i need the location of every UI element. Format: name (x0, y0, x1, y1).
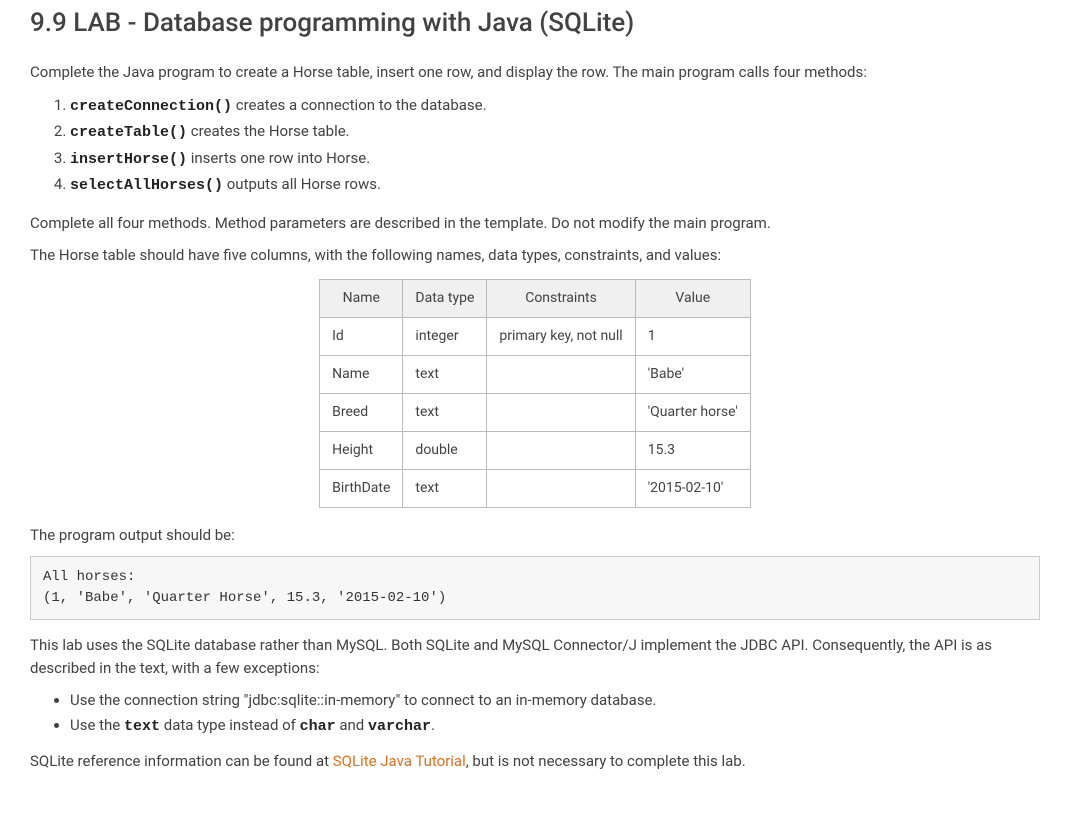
table-header: Data type (403, 279, 487, 317)
paragraph: The Horse table should have five columns… (30, 244, 1040, 267)
table-cell: '2015-02-10' (635, 469, 750, 507)
table-cell: text (403, 393, 487, 431)
table-cell: text (403, 469, 487, 507)
paragraph: SQLite reference information can be foun… (30, 750, 1040, 773)
table-header: Value (635, 279, 750, 317)
intro-paragraph: Complete the Java program to create a Ho… (30, 61, 1040, 84)
page-title: 9.9 LAB - Database programming with Java… (30, 0, 1040, 43)
list-item: Use the text data type instead of char a… (70, 714, 1040, 739)
inline-code: char (300, 718, 336, 735)
table-cell: 1 (635, 317, 750, 355)
method-text: creates the Horse table. (187, 122, 350, 140)
text: SQLite reference information can be foun… (30, 752, 333, 770)
table-cell (487, 431, 635, 469)
note-text: and (336, 716, 368, 734)
table-row: Height double 15.3 (320, 431, 751, 469)
table-cell: BirthDate (320, 469, 403, 507)
method-text: inserts one row into Horse. (187, 149, 370, 167)
table-cell: primary key, not null (487, 317, 635, 355)
table-cell: Name (320, 355, 403, 393)
table-cell: 'Quarter horse' (635, 393, 750, 431)
paragraph: The program output should be: (30, 524, 1040, 547)
method-text: creates a connection to the database. (232, 96, 487, 114)
inline-code: varchar (368, 718, 431, 735)
table-row: Name text 'Babe' (320, 355, 751, 393)
table-cell: text (403, 355, 487, 393)
method-code: insertHorse() (70, 151, 187, 168)
note-text: data type instead of (160, 716, 300, 734)
method-code: createTable() (70, 124, 187, 141)
table-cell (487, 469, 635, 507)
paragraph: This lab uses the SQLite database rather… (30, 634, 1040, 679)
table-row: Breed text 'Quarter horse' (320, 393, 751, 431)
notes-list: Use the connection string "jdbc:sqlite::… (30, 689, 1040, 738)
table-header-row: Name Data type Constraints Value (320, 279, 751, 317)
note-text: . (431, 716, 435, 734)
paragraph: Complete all four methods. Method parame… (30, 212, 1040, 235)
note-text: Use the (70, 716, 124, 734)
table-cell (487, 355, 635, 393)
table-cell: Height (320, 431, 403, 469)
table-cell: integer (403, 317, 487, 355)
list-item: Use the connection string "jdbc:sqlite::… (70, 689, 1040, 712)
table-cell: double (403, 431, 487, 469)
method-code: selectAllHorses() (70, 177, 223, 194)
sqlite-tutorial-link[interactable]: SQLite Java Tutorial (333, 752, 466, 770)
output-block: All horses: (1, 'Babe', 'Quarter Horse',… (30, 556, 1040, 620)
table-cell: Id (320, 317, 403, 355)
list-item: createConnection() creates a connection … (70, 94, 1040, 119)
table-cell: 'Babe' (635, 355, 750, 393)
list-item: selectAllHorses() outputs all Horse rows… (70, 173, 1040, 198)
list-item: createTable() creates the Horse table. (70, 120, 1040, 145)
text: , but is not necessary to complete this … (466, 752, 746, 770)
table-cell: Breed (320, 393, 403, 431)
table-cell (487, 393, 635, 431)
table-row: Id integer primary key, not null 1 (320, 317, 751, 355)
table-header: Name (320, 279, 403, 317)
horse-table: Name Data type Constraints Value Id inte… (319, 279, 751, 508)
method-code: createConnection() (70, 98, 232, 115)
methods-list: createConnection() creates a connection … (30, 94, 1040, 198)
table-header: Constraints (487, 279, 635, 317)
list-item: insertHorse() inserts one row into Horse… (70, 147, 1040, 172)
inline-code: text (124, 718, 160, 735)
method-text: outputs all Horse rows. (223, 175, 381, 193)
note-text: Use the connection string "jdbc:sqlite::… (70, 691, 656, 709)
table-cell: 15.3 (635, 431, 750, 469)
table-row: BirthDate text '2015-02-10' (320, 469, 751, 507)
